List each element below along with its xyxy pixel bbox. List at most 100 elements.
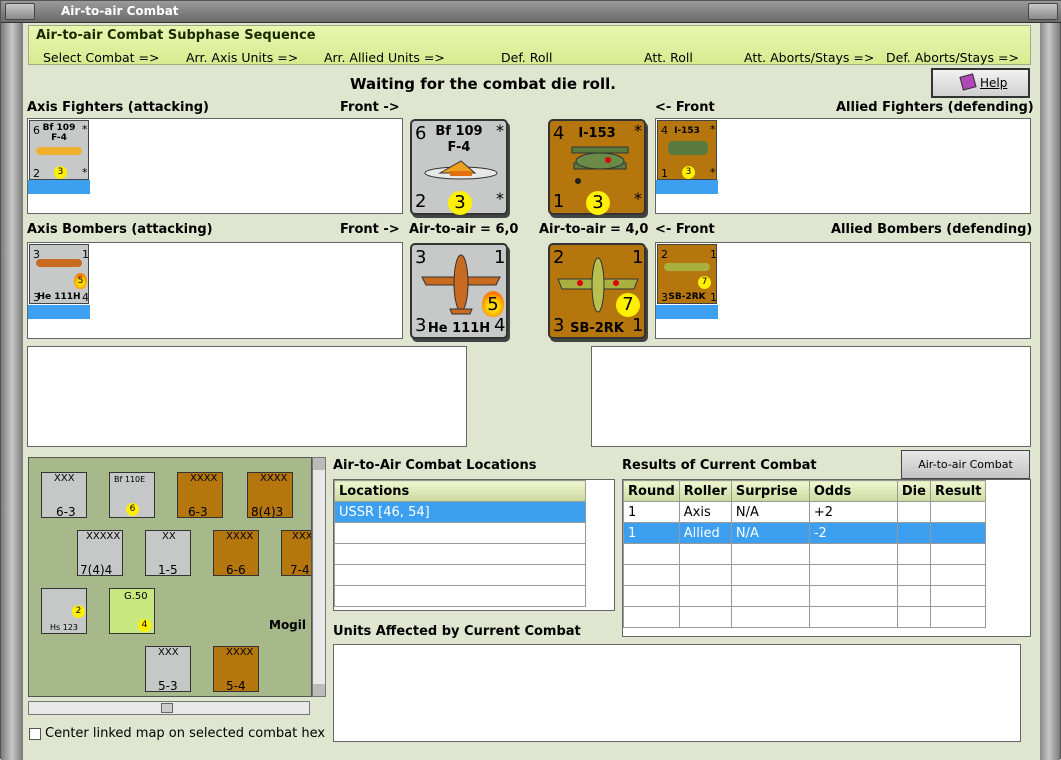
axis-fighters-front-label: Front -> bbox=[340, 100, 400, 115]
help-button[interactable]: Help bbox=[931, 68, 1030, 98]
results-col-round: Round bbox=[623, 480, 680, 502]
map-counter[interactable]: Bf 110E 6 bbox=[109, 472, 155, 518]
allied-bombers-box[interactable]: 2 1 7 3 SB-2RK 1 bbox=[655, 242, 1031, 339]
results-row[interactable] bbox=[623, 606, 987, 628]
results-col-odds: Odds bbox=[808, 480, 898, 502]
results-table: Round Roller Surprise Odds Die Result 1A… bbox=[623, 480, 987, 628]
he111-counter[interactable]: 3 1 5 3 He 111H 4 bbox=[410, 243, 508, 339]
linked-map-view[interactable]: XXX 6-3 Bf 110E 6 XXXX 6-3 XXXX 8(4)3 XXXXX 7… bbox=[28, 457, 312, 697]
step-def-roll: Def. Roll bbox=[501, 50, 553, 65]
map-counter[interactable]: XXXX 6-3 bbox=[177, 472, 223, 519]
window-frame-left bbox=[1, 23, 23, 760]
location-row[interactable] bbox=[334, 522, 586, 544]
allied-fighters-front-label: <- Front bbox=[655, 100, 715, 115]
step-att-roll: Att. Roll bbox=[644, 50, 693, 65]
i153-plane-icon bbox=[571, 146, 629, 184]
axis-bombers-front-label: Front -> bbox=[340, 222, 400, 237]
window-menu-button[interactable] bbox=[5, 3, 35, 20]
step-def-aborts: Def. Aborts/Stays => bbox=[886, 50, 1019, 65]
allied-fighters-box[interactable]: 4 * I-153 1 3 * bbox=[655, 118, 1031, 214]
locations-header: Locations bbox=[334, 480, 586, 502]
axis-bombers-label: Axis Bombers (attacking) bbox=[27, 222, 213, 237]
axis-fighter-counter-small[interactable]: 6 * Bf 109 F-4 2 3 * bbox=[29, 120, 89, 180]
map-vertical-scrollbar[interactable] bbox=[312, 457, 326, 697]
locations-list[interactable]: Locations USSR [46, 54] bbox=[333, 479, 615, 611]
results-col-roller: Roller bbox=[678, 480, 732, 502]
allied-bombers-front-label: <- Front bbox=[655, 222, 715, 237]
axis-bomber-counter-small[interactable]: 3 1 5 3 He 111H 4 bbox=[29, 244, 89, 304]
allied-fighters-label: Allied Fighters (defending) bbox=[836, 100, 1034, 115]
scroll-up-arrow-icon[interactable] bbox=[313, 458, 325, 470]
bf109-counter[interactable]: 6 * Bf 109 F-4 2 3 * bbox=[410, 119, 508, 215]
results-row[interactable]: 1 Allied N/A -2 bbox=[623, 522, 987, 544]
results-col-die: Die bbox=[896, 480, 931, 502]
axis-fighters-box[interactable]: 6 * Bf 109 F-4 2 3 * bbox=[27, 118, 403, 214]
allied-fighter-selection-bar bbox=[656, 180, 718, 194]
map-counter[interactable]: XX 1-5 bbox=[145, 530, 191, 577]
results-col-result: Result bbox=[929, 480, 987, 502]
axis-bombers-box[interactable]: 3 1 5 3 He 111H 4 bbox=[27, 242, 403, 339]
center-map-checkbox-label: Center linked map on selected combat hex bbox=[45, 726, 326, 741]
map-counter[interactable]: XXXXX 7(4)4 bbox=[77, 530, 123, 577]
window-close-button[interactable] bbox=[1028, 3, 1058, 20]
sb2rk-plane-icon bbox=[664, 263, 710, 271]
help-book-icon bbox=[959, 73, 977, 91]
center-map-checkbox[interactable] bbox=[29, 728, 41, 740]
allied-additional-box[interactable] bbox=[591, 346, 1031, 447]
map-horizontal-scrollbar[interactable] bbox=[28, 701, 310, 715]
results-row[interactable] bbox=[623, 585, 987, 607]
map-counter[interactable]: XXX 5-3 bbox=[145, 646, 191, 693]
map-counter[interactable]: XXXX 8(4)3 bbox=[247, 472, 293, 519]
allied-fighter-counter-small[interactable]: 4 * I-153 1 3 * bbox=[657, 120, 717, 180]
axis-fighters-label: Axis Fighters (attacking) bbox=[27, 100, 209, 115]
step-arr-allied-units: Arr. Allied Units => bbox=[324, 50, 445, 65]
air-to-air-combat-chart-button[interactable]: Air-to-air Combat Chart bbox=[901, 450, 1030, 499]
locations-table: Locations USSR [46, 54] bbox=[334, 480, 586, 607]
results-col-surprise: Surprise bbox=[730, 480, 810, 502]
map-counter[interactable]: 2 Hs 123 bbox=[41, 588, 87, 634]
locations-title: Air-to-Air Combat Locations bbox=[333, 458, 537, 473]
location-row[interactable] bbox=[334, 543, 586, 565]
step-att-aborts: Att. Aborts/Stays => bbox=[744, 50, 875, 65]
allied-bomber-counter-small[interactable]: 2 1 7 3 SB-2RK 1 bbox=[657, 244, 717, 304]
sb2rk-counter[interactable]: 2 1 7 3 SB-2RK 1 bbox=[548, 243, 646, 339]
units-affected-box[interactable] bbox=[333, 644, 1021, 742]
allied-bomber-selection-bar bbox=[656, 305, 718, 319]
status-message: Waiting for the combat die roll. bbox=[350, 75, 616, 93]
map-counter[interactable]: XXX 7-4 bbox=[281, 530, 311, 577]
step-arr-axis-units: Arr. Axis Units => bbox=[186, 50, 299, 65]
units-affected-title: Units Affected by Current Combat bbox=[333, 624, 581, 639]
he111-plane-icon bbox=[36, 259, 82, 267]
axis-additional-box[interactable] bbox=[27, 346, 467, 447]
window-frame-right bbox=[1038, 23, 1060, 760]
results-title: Results of Current Combat bbox=[622, 458, 817, 473]
horizontal-scroll-thumb[interactable] bbox=[161, 703, 173, 713]
subphase-title: Air-to-air Combat Subphase Sequence bbox=[36, 28, 316, 43]
map-counter[interactable]: G.50 4 bbox=[109, 588, 155, 634]
combat-content: Air-to-air Combat Subphase Sequence Sele… bbox=[23, 23, 1040, 760]
location-row[interactable] bbox=[334, 585, 586, 607]
i153-counter[interactable]: 4 * I-153 1 3 * bbox=[548, 119, 646, 215]
map-place-label: Mogil bbox=[269, 618, 307, 632]
location-row[interactable] bbox=[334, 564, 586, 586]
title-bar[interactable]: Air-to-air Combat bbox=[1, 1, 1061, 23]
results-row[interactable] bbox=[623, 564, 987, 586]
allied-bombers-label: Allied Bombers (defending) bbox=[831, 222, 1033, 237]
axis-air-to-air-value: Air-to-air = 6,0 bbox=[409, 222, 519, 237]
map-counter[interactable]: XXXX 5-4 bbox=[213, 646, 259, 693]
bf109-plane-icon bbox=[424, 160, 498, 180]
results-row[interactable] bbox=[623, 543, 987, 565]
results-row[interactable]: 1 Axis N/A +2 bbox=[623, 501, 987, 523]
map-counter[interactable]: XXXX 6-6 bbox=[213, 530, 259, 577]
help-button-label: Help bbox=[980, 76, 1008, 90]
results-table-box[interactable]: Round Roller Surprise Odds Die Result 1A… bbox=[622, 479, 1031, 637]
scroll-down-arrow-icon[interactable] bbox=[313, 684, 325, 696]
step-select-combat: Select Combat => bbox=[43, 50, 160, 65]
bf109-plane-icon bbox=[36, 147, 82, 155]
map-counter[interactable]: XXX 6-3 bbox=[41, 472, 87, 519]
allied-air-to-air-value: Air-to-air = 4,0 bbox=[539, 222, 649, 237]
i153-plane-icon bbox=[668, 141, 708, 155]
window-title: Air-to-air Combat bbox=[61, 4, 179, 18]
location-row[interactable]: USSR [46, 54] bbox=[334, 501, 586, 523]
axis-fighter-selection-bar bbox=[28, 180, 90, 194]
